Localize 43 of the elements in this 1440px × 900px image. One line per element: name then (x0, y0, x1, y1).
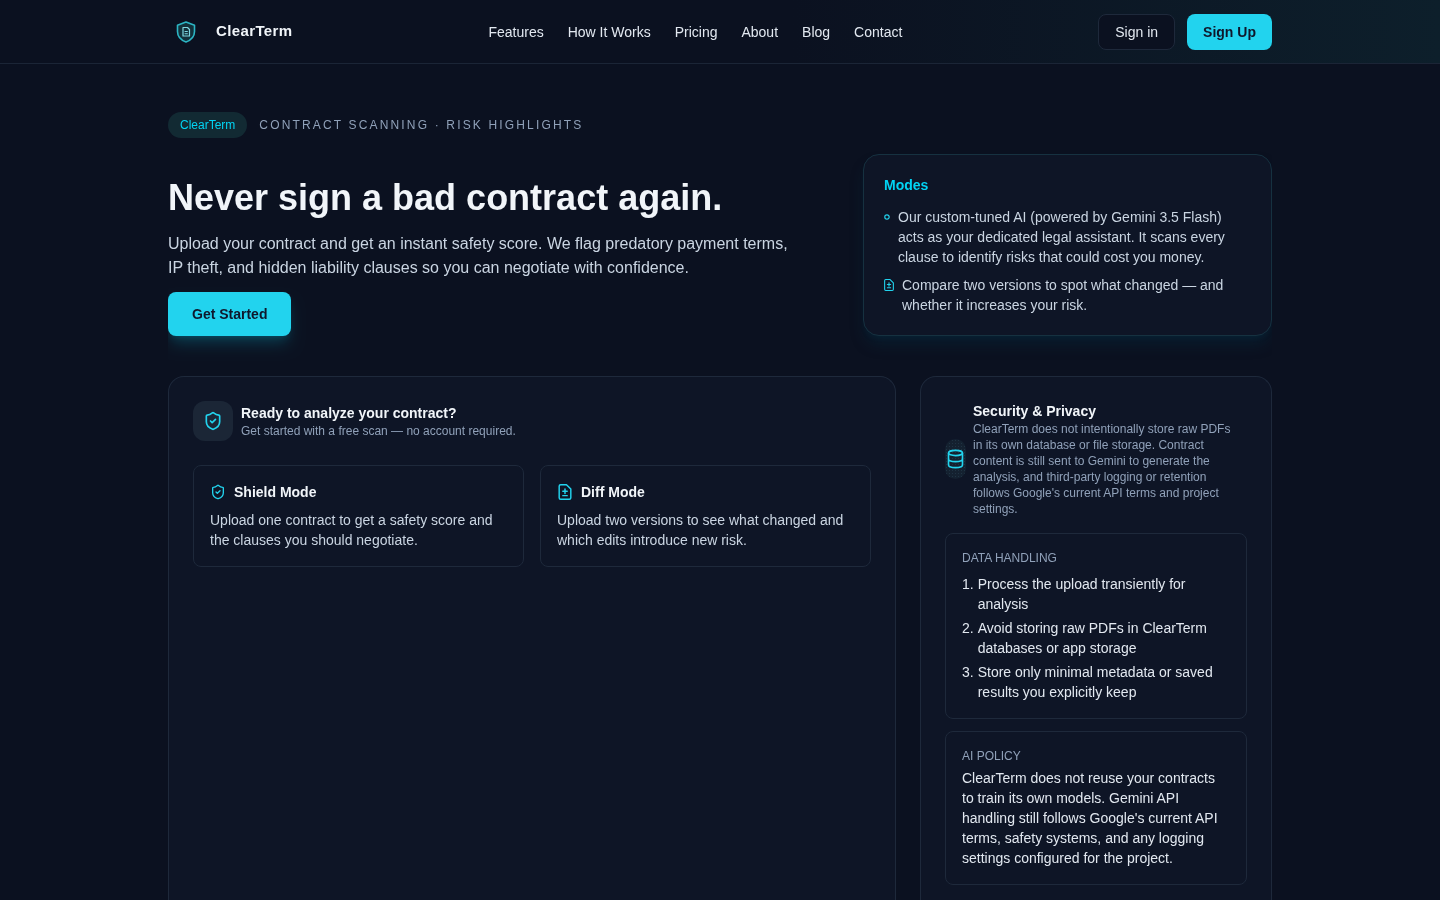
mode-title: Shield Mode (234, 483, 317, 502)
mode-card[interactable]: Shield Mode Upload one contract to get a safety score and the clauses you should negotiate. (193, 465, 524, 567)
brand-name: ClearTerm (216, 21, 293, 42)
list-item-text: Store only minimal metadata or saved results you explicitly keep (977, 663, 1214, 702)
list-number: 3. (962, 663, 974, 682)
database-icon (945, 439, 966, 479)
mode-description: Compare two versions to spot what changed — and whether it increases your risk. (902, 276, 1225, 315)
nav-link[interactable]: Blog (802, 21, 831, 42)
eyebrow-text: CONTRACT SCANNING · RISK HIGHLIGHTS (259, 117, 584, 133)
nav-link[interactable]: Features (488, 21, 544, 42)
section-heading: AI POLICY (962, 748, 1022, 764)
shield-check-icon (210, 484, 226, 500)
sign-up-button[interactable]: Sign Up (1187, 13, 1272, 50)
security-title: Security & Privacy (973, 402, 1097, 421)
list-item-text: Process the upload transiently for analysis (977, 575, 1187, 614)
modes-title: Modes (884, 176, 930, 195)
sign-in-button[interactable]: Sign in (1098, 13, 1176, 50)
hero-title: Never sign a bad contract again. (168, 178, 724, 218)
mode-title: Diff Mode (581, 483, 645, 502)
hero-description: Upload your contract and get an instant safety score. We flag predatory payment terms, IP theft, and hidden liability clauses so you can negotiate with confidence. (168, 234, 789, 278)
get-started-button[interactable]: Get Started (168, 292, 292, 336)
nav-link[interactable]: Pricing (674, 21, 718, 42)
document-plus-minus-icon (557, 484, 573, 500)
analyze-subtitle: Get started with a free scan — no account required. (241, 423, 516, 439)
shield-logo-icon (176, 20, 196, 43)
mode-description: Our custom-tuned AI (powered by Gemini 3.5 Flash) acts as your dedicated legal assistant. It scans every clause to identify risks that could cost you money. (898, 208, 1226, 267)
dot-icon (884, 214, 890, 220)
security-description: ClearTerm does not intentionally store raw PDFs in its own database or file storage. Contract content is still sent to Gemini to generate the analysis, and third-party logging or retention follows Google's current API terms and project settings. (973, 421, 1232, 517)
analyze-title: Ready to analyze your contract? (241, 404, 458, 423)
policy-text: ClearTerm does not reuse your contracts to train its own models. Gemini API handling still follows Google's current API terms, safety systems, and any logging settings configured for the project. (962, 769, 1219, 868)
nav-link[interactable]: How It Works (567, 21, 651, 42)
nav-link[interactable]: Contact (854, 21, 903, 42)
document-plus-minus-icon (884, 279, 894, 291)
list-number: 2. (962, 619, 974, 638)
section-heading: DATA HANDLING (962, 550, 1058, 566)
brand-badge: ClearTerm (168, 112, 248, 138)
nav-link[interactable]: About (741, 21, 779, 42)
list-number: 1. (962, 575, 974, 594)
mode-description: Upload two versions to see what changed and which edits introduce new risk. (557, 511, 845, 550)
mode-card[interactable]: Diff Mode Upload two versions to see what changed and which edits introduce new risk. (540, 465, 871, 567)
shield-check-icon (193, 401, 233, 441)
mode-description: Upload one contract to get a safety score and the clauses you should negotiate. (210, 511, 494, 550)
list-item-text: Avoid storing raw PDFs in ClearTerm databases or app storage (977, 619, 1208, 658)
